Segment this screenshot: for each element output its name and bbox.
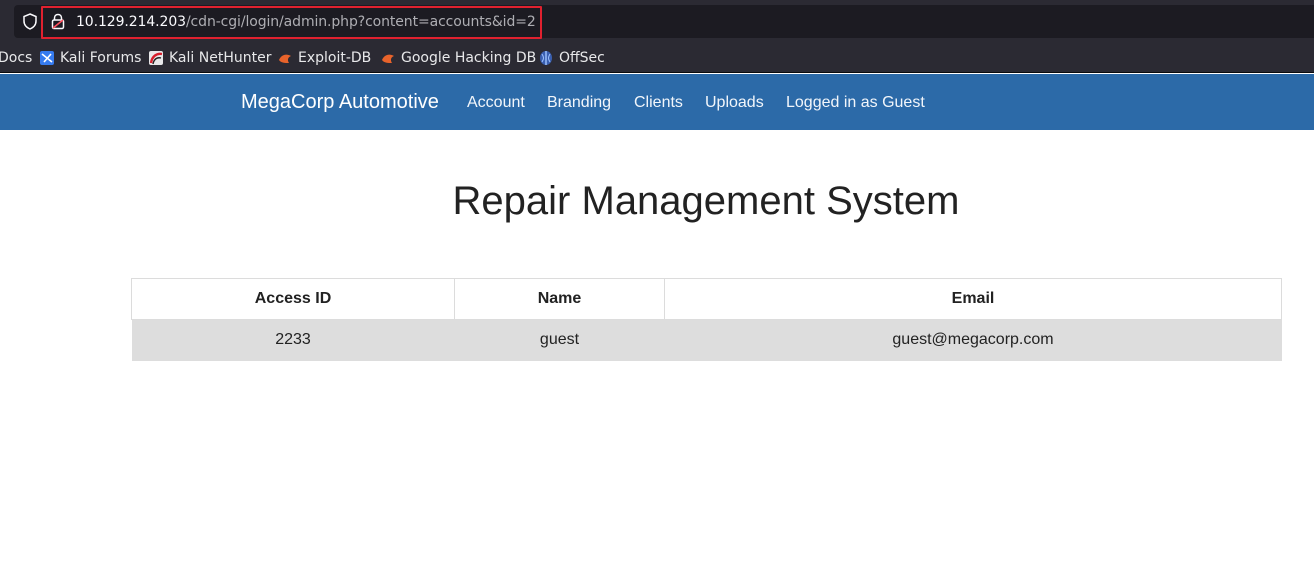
column-header-name: Name [454,278,665,320]
cell-email: guest@megacorp.com [664,319,1282,361]
column-header-access-id: Access ID [131,278,455,320]
google-hacking-db-icon [382,54,394,63]
kali-forums-icon [40,51,54,65]
bookmark-label: Exploit-DB [298,50,372,66]
nav-link-branding[interactable]: Branding [547,94,611,112]
bookmark-label: Google Hacking DB [401,50,537,66]
bookmark-kali-forums[interactable]: Kali Forums [39,49,141,67]
bookmark-docs[interactable]: Docs [0,49,32,67]
url-path: /cdn-cgi/login/admin.php?content=account… [185,14,536,30]
shield-icon[interactable] [22,13,38,30]
bookmark-exploit-db[interactable]: Exploit-DB [277,49,371,67]
bookmark-label: Docs [0,50,33,66]
bookmark-kali-nethunter[interactable]: Kali NetHunter [148,49,271,67]
url-host: 10.129.214.203 [76,14,186,30]
bookmark-google-hacking-db[interactable]: Google Hacking DB [380,49,536,67]
offsec-icon [540,51,552,65]
bookmark-label: Kali NetHunter [169,50,272,66]
site-navbar: MegaCorp Automotive Account Branding Cli… [0,74,1314,130]
nav-link-logged-in-user[interactable]: Logged in as Guest [786,94,925,112]
kali-nethunter-icon [149,51,163,65]
column-header-email: Email [664,278,1282,320]
bookmarks-toolbar: Docs Kali Forums Kali NetHunter Exploit-… [0,43,1314,73]
lock-icon[interactable] [51,13,65,30]
bookmark-offsec[interactable]: OffSec [538,49,605,67]
browser-toolbar: 10.129.214.203/cdn-cgi/login/admin.php?c… [0,0,1314,43]
bookmark-label: OffSec [559,50,605,66]
accounts-table-container: Access ID Name Email 2233 guest guest@me… [131,278,1282,361]
cell-name: guest [454,319,665,361]
url-text[interactable]: 10.129.214.203/cdn-cgi/login/admin.php?c… [76,13,536,31]
nav-link-uploads[interactable]: Uploads [705,94,764,112]
nav-link-account[interactable]: Account [467,94,525,112]
exploit-db-icon [279,54,291,63]
brand-link[interactable]: MegaCorp Automotive [241,91,439,113]
table-row: 2233 guest guest@megacorp.com [131,319,1282,361]
page-title: Repair Management System [452,179,960,223]
bookmark-label: Kali Forums [60,50,142,66]
accounts-table: Access ID Name Email 2233 guest guest@me… [131,278,1282,361]
cell-access-id: 2233 [131,319,455,361]
nav-link-clients[interactable]: Clients [634,94,683,112]
table-header-row: Access ID Name Email [131,278,1282,320]
